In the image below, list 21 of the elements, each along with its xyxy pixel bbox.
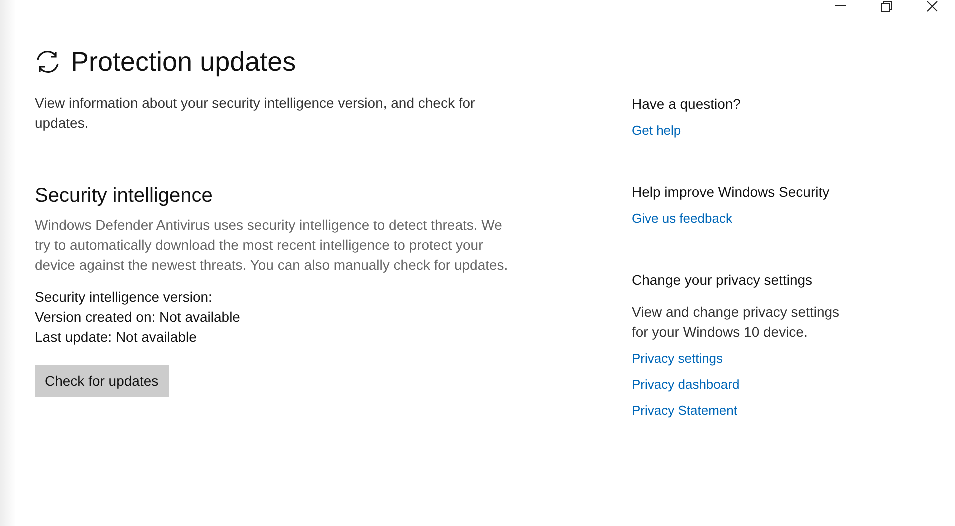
section-description: Windows Defender Antivirus uses security intelligence to detect threats. We try to automatically download the most recent intelligence to protect your device against the newest threats. You can also manually check for updates.: [35, 216, 510, 275]
sidebar-link[interactable]: Privacy dashboard: [632, 376, 740, 394]
check-for-updates-button[interactable]: Check for updates: [35, 365, 169, 397]
restore-icon: [880, 0, 892, 12]
refresh-icon: [35, 49, 61, 75]
sidebar-heading: Help improve Windows Security: [632, 183, 831, 202]
detail-text: Last update: Not available: [35, 328, 198, 347]
sidebar-link[interactable]: Privacy Statement: [632, 402, 738, 420]
intro-text: View information about your security intelligence version, and check for updates.: [35, 94, 476, 133]
sidebar-heading: Have a question?: [632, 95, 742, 114]
sidebar-link[interactable]: Privacy settings: [632, 350, 724, 368]
sidebar-link[interactable]: Give us feedback: [632, 210, 732, 228]
sidebar-text: View and change privacy settings for your Windows 10 device.: [632, 303, 841, 342]
close-icon: [926, 0, 938, 12]
detail-text: Security intelligence version:: [35, 288, 214, 307]
section-heading: Security intelligence: [35, 184, 214, 209]
sidebar-link[interactable]: Get help: [632, 122, 682, 140]
sidebar-heading: Change your privacy settings: [632, 271, 814, 290]
detail-text: Version created on: Not available: [35, 308, 242, 327]
minimize-icon: [834, 5, 846, 7]
page-title: Protection updates: [71, 46, 296, 79]
